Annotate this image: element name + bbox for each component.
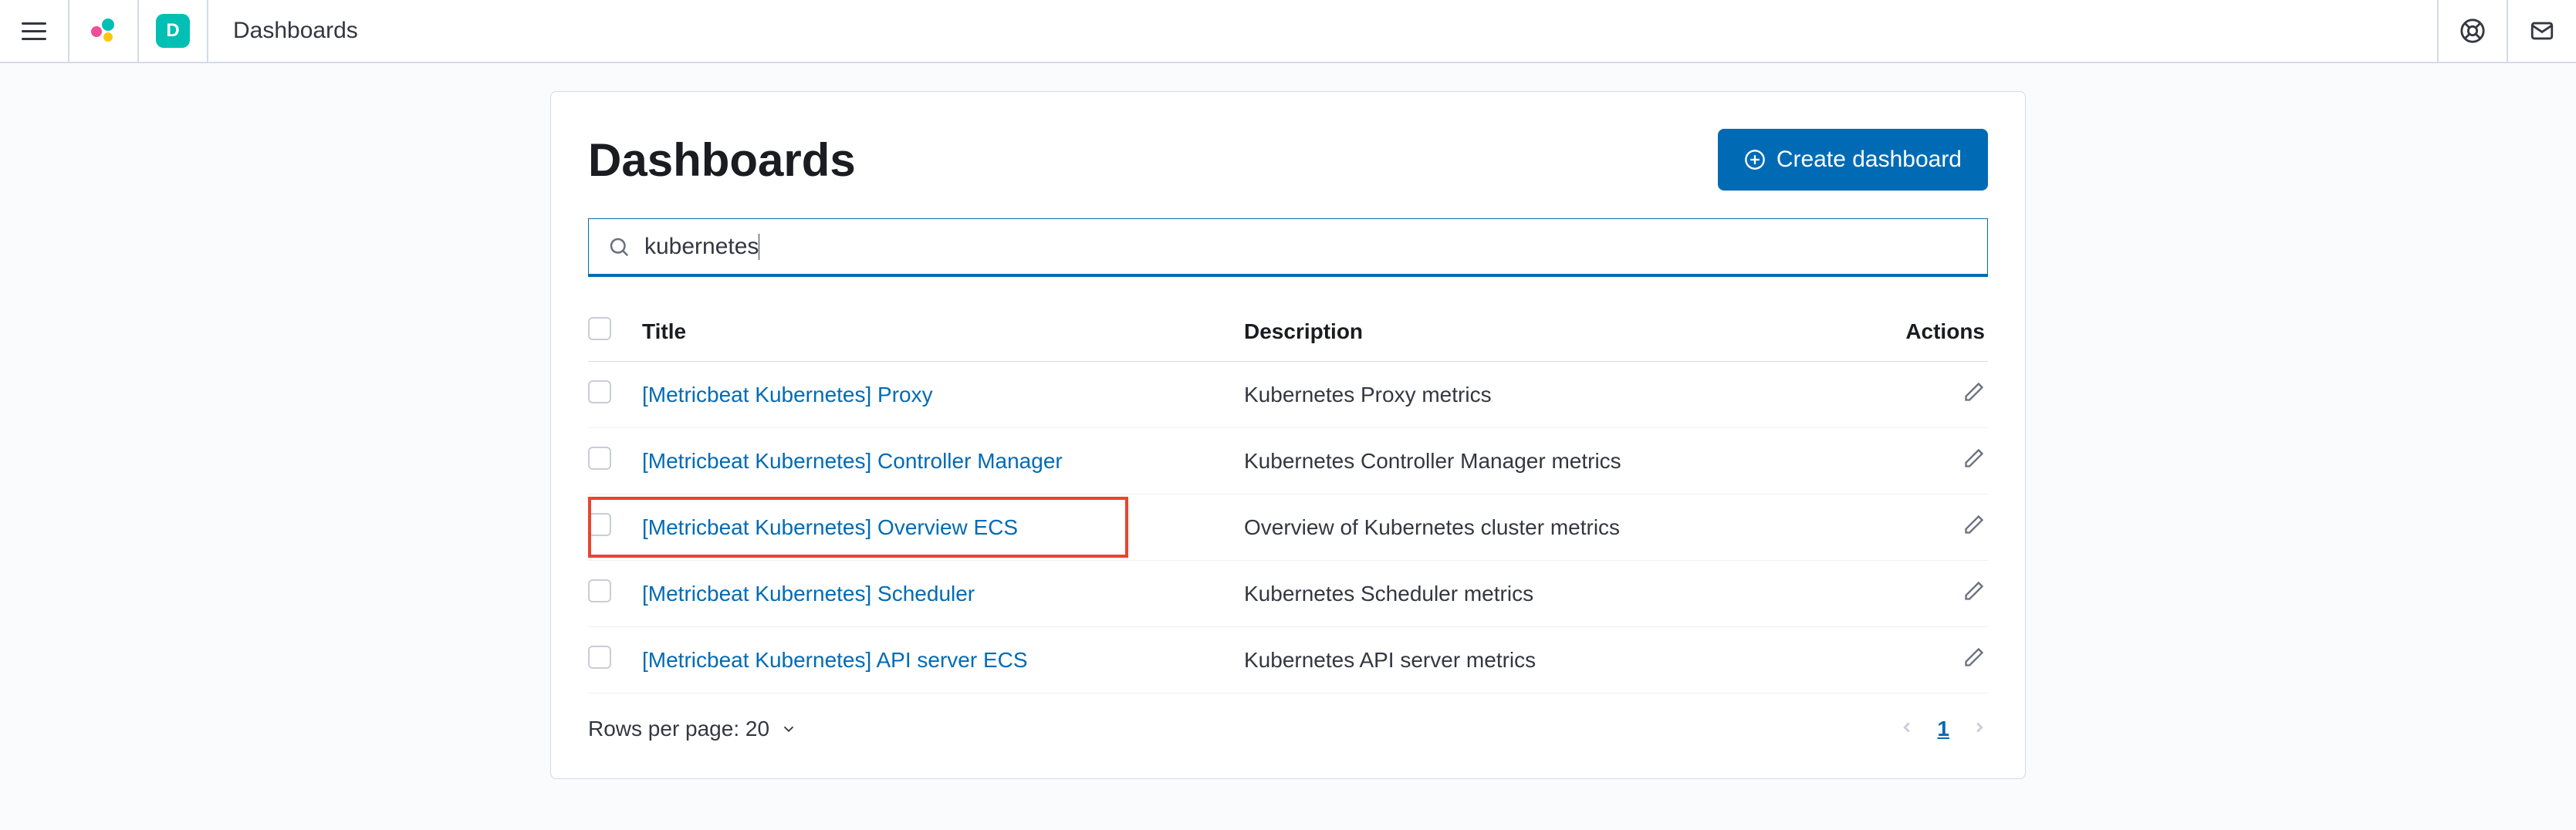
elastic-logo-button[interactable] (69, 0, 139, 62)
pager-next[interactable] (1971, 717, 1988, 741)
search-input-value: kubernetes (644, 234, 759, 260)
table-row: [Metricbeat Kubernetes] Overview ECS Over… (588, 494, 1988, 561)
pencil-icon (1963, 381, 1985, 403)
edit-button[interactable] (1963, 383, 1985, 407)
pencil-icon (1963, 447, 1985, 469)
table-row: [Metricbeat Kubernetes] API server ECS Ku… (588, 627, 1988, 693)
select-all-checkbox[interactable] (588, 317, 611, 340)
pencil-icon (1963, 514, 1985, 535)
dashboard-title-link[interactable]: [Metricbeat Kubernetes] Controller Manag… (642, 449, 1063, 473)
row-checkbox[interactable] (588, 447, 611, 470)
table-row: [Metricbeat Kubernetes] Scheduler Kuberne… (588, 561, 1988, 627)
chevron-right-icon (1971, 719, 1988, 736)
chevron-left-icon (1898, 719, 1915, 736)
edit-button[interactable] (1963, 582, 1985, 606)
dashboard-description: Kubernetes Proxy metrics (1244, 362, 1872, 428)
app-letter-badge: D (156, 14, 190, 48)
chevron-down-icon (780, 720, 797, 737)
row-checkbox[interactable] (588, 646, 611, 669)
help-button[interactable] (2437, 0, 2507, 62)
breadcrumb: Dashboards (233, 18, 358, 44)
hamburger-icon (22, 22, 46, 40)
dashboard-title-link[interactable]: [Metricbeat Kubernetes] Proxy (642, 383, 933, 407)
dashboard-description: Kubernetes Controller Manager metrics (1244, 428, 1872, 494)
rows-per-page-select[interactable]: Rows per page: 20 (588, 717, 797, 741)
edit-button[interactable] (1963, 516, 1985, 540)
rows-per-page-label: Rows per page: 20 (588, 717, 769, 741)
table-row: [Metricbeat Kubernetes] Controller Manag… (588, 428, 1988, 494)
row-checkbox[interactable] (588, 579, 611, 602)
create-dashboard-label: Create dashboard (1776, 147, 1962, 173)
column-header-description: Description (1244, 306, 1872, 362)
elastic-logo-icon (90, 17, 117, 45)
plus-circle-icon (1744, 149, 1766, 170)
dashboard-title-link[interactable]: [Metricbeat Kubernetes] Overview ECS (642, 515, 1018, 539)
pager-prev[interactable] (1898, 717, 1915, 741)
page-title: Dashboards (588, 133, 856, 187)
column-header-actions: Actions (1872, 306, 1988, 362)
edit-button[interactable] (1963, 450, 1985, 474)
newsfeed-button[interactable] (2507, 0, 2576, 62)
dashboard-description: Overview of Kubernetes cluster metrics (1244, 494, 1872, 561)
pagination: 1 (1898, 717, 1988, 741)
dashboards-table: Title Description Actions [Metricbeat Ku… (588, 306, 1988, 693)
dashboard-title-link[interactable]: [Metricbeat Kubernetes] Scheduler (642, 582, 975, 606)
app-switcher-button[interactable]: D (139, 0, 208, 62)
hamburger-menu-button[interactable] (0, 0, 69, 62)
pager-current-page[interactable]: 1 (1937, 717, 1949, 741)
create-dashboard-button[interactable]: Create dashboard (1718, 129, 1988, 191)
dashboard-title-link[interactable]: [Metricbeat Kubernetes] API server ECS (642, 648, 1028, 672)
row-checkbox[interactable] (588, 380, 611, 403)
dashboard-description: Kubernetes API server metrics (1244, 627, 1872, 693)
row-checkbox[interactable] (588, 513, 611, 536)
dashboards-panel: Dashboards Create dashboard kubernetes (550, 91, 2026, 779)
column-header-title[interactable]: Title (642, 306, 1244, 362)
dashboard-description: Kubernetes Scheduler metrics (1244, 561, 1872, 627)
lifebuoy-icon (2459, 18, 2486, 44)
top-bar: D Dashboards (0, 0, 2576, 63)
search-field[interactable]: kubernetes (588, 218, 1988, 277)
edit-button[interactable] (1963, 649, 1985, 673)
mail-icon (2529, 18, 2555, 44)
search-icon (607, 235, 630, 258)
table-row: [Metricbeat Kubernetes] Proxy Kubernetes … (588, 362, 1988, 428)
pencil-icon (1963, 580, 1985, 602)
pencil-icon (1963, 646, 1985, 668)
